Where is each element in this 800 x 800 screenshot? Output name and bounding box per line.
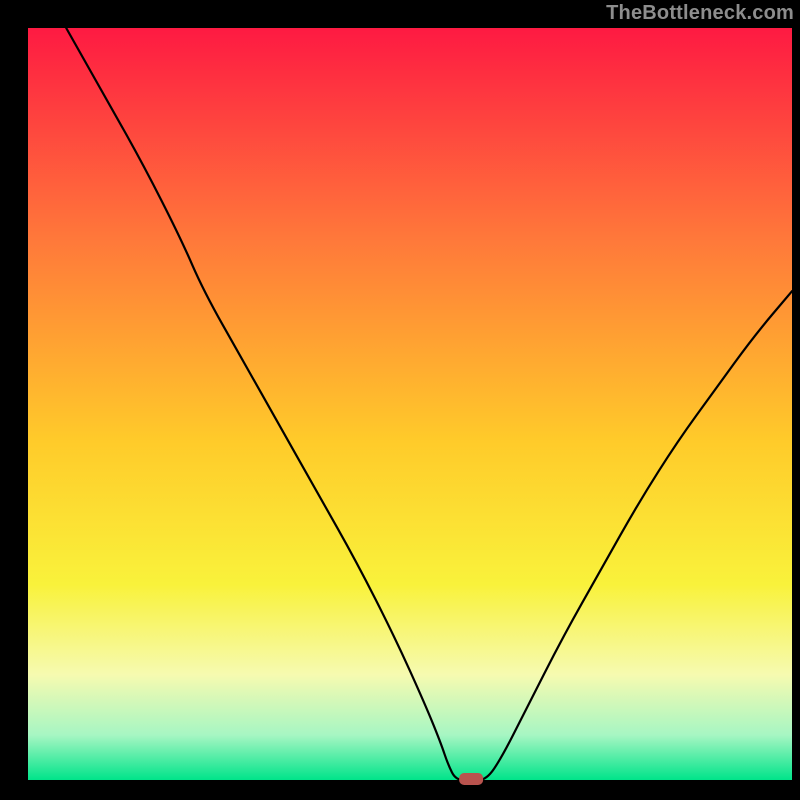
optimal-point-marker xyxy=(459,773,483,785)
watermark-text: TheBottleneck.com xyxy=(606,2,794,25)
gradient-background xyxy=(28,28,792,780)
chart-stage: TheBottleneck.com xyxy=(0,0,800,800)
bottleneck-chart xyxy=(0,0,800,800)
